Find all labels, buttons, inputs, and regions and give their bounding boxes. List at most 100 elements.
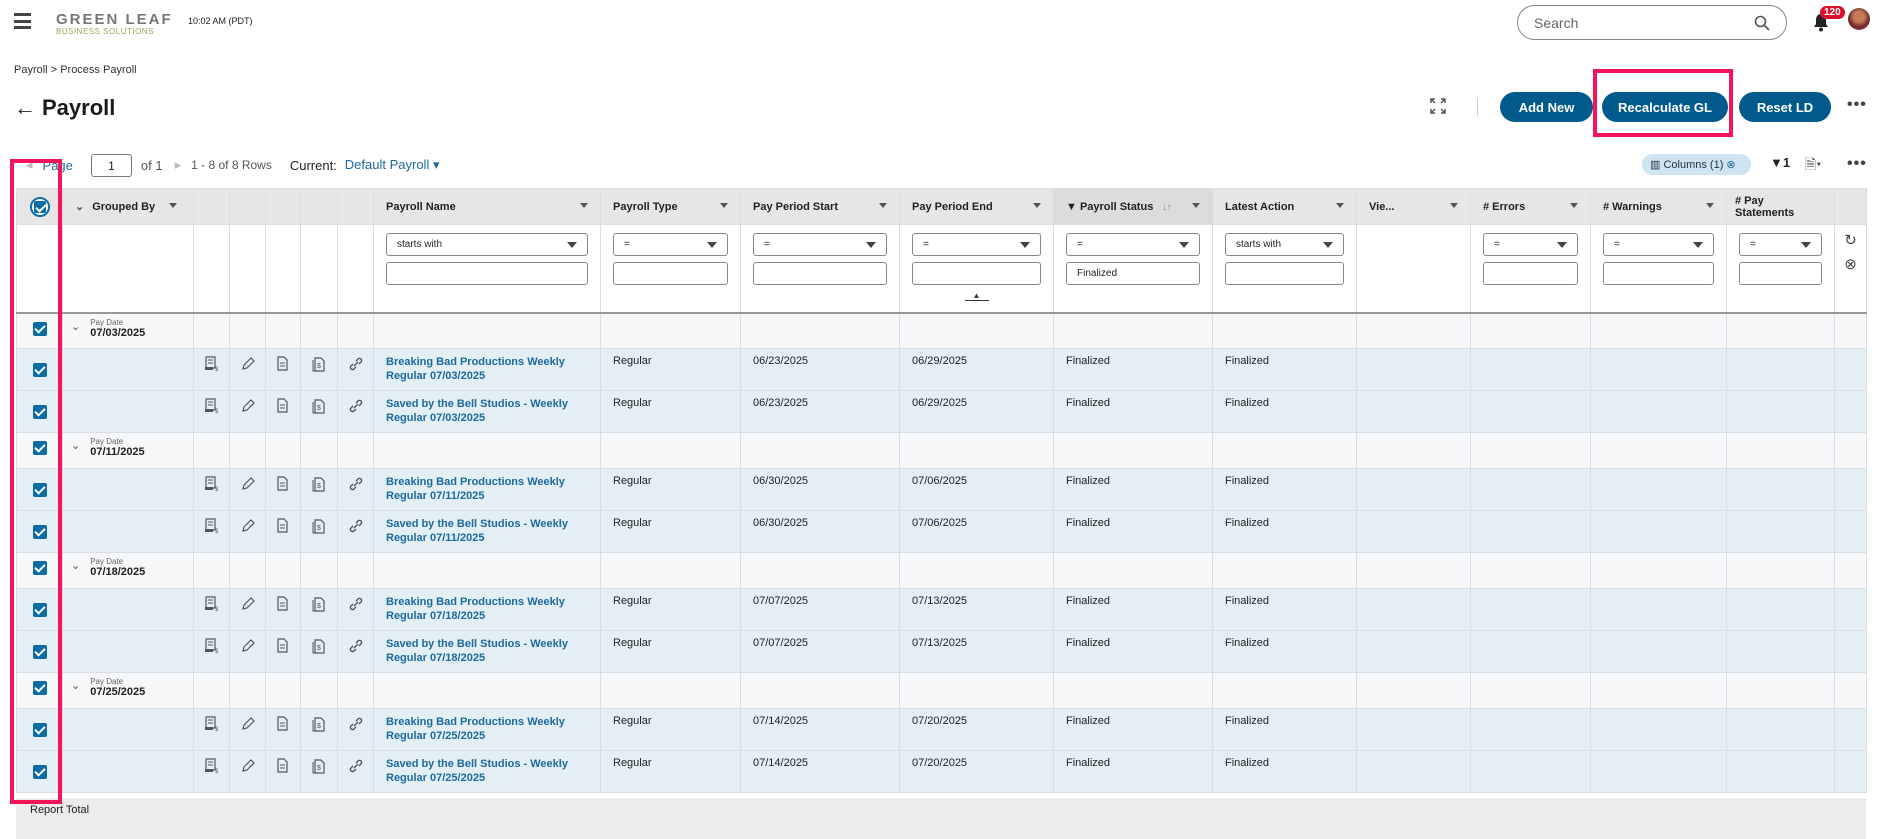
payroll-status-filter-input[interactable]: Finalized [1066,262,1200,285]
pay-period-start-filter-input[interactable] [753,262,887,285]
edit-pencil-icon[interactable] [240,356,256,372]
pay-statement-icon[interactable]: $ [311,356,327,372]
pay-statements-filter-input[interactable] [1739,262,1822,285]
edit-pencil-icon[interactable] [240,398,256,414]
payroll-name-link[interactable]: Breaking Bad Productions Weekly Regular … [386,356,565,382]
select-all-header[interactable] [16,188,63,225]
payroll-name-filter-input[interactable] [386,262,588,285]
row-checkbox[interactable] [32,321,47,336]
payroll-name-link[interactable]: Saved by the Bell Studios - Weekly Regul… [386,638,568,664]
link-icon[interactable] [348,476,364,492]
pay-statement-icon[interactable]: $ [311,716,327,732]
latest-action-operator[interactable]: starts with [1225,233,1344,256]
document-icon[interactable] [275,758,291,774]
prev-page-icon[interactable]: ◂ [26,157,33,173]
clear-filters-icon[interactable]: ⊗ [1835,255,1866,273]
chevron-down-icon[interactable] [1450,203,1458,208]
page-input[interactable]: 1 [90,153,132,177]
col-payroll-name[interactable]: Payroll Name [373,188,601,225]
chevron-down-icon[interactable] [1570,203,1578,208]
menu-icon[interactable] [14,13,31,29]
group-row[interactable]: ⌄ Pay Date 07/25/2025 [16,672,1867,709]
row-checkbox[interactable] [32,723,47,737]
errors-operator[interactable]: = [1483,233,1578,256]
col-view[interactable]: Vie... [1356,188,1471,225]
logo[interactable]: GREEN LEAF BUSINESS SOLUTIONS [56,12,186,40]
recalculate-gl-button[interactable]: Recalculate GL [1602,92,1728,122]
collapse-group-icon[interactable]: ⌄ [71,559,80,578]
edit-pencil-icon[interactable] [240,638,256,654]
row-checkbox[interactable] [32,765,47,779]
payroll-register-icon[interactable]: $ [204,518,220,534]
chevron-down-icon[interactable] [879,203,887,208]
col-errors[interactable]: # Errors [1470,188,1591,225]
chevron-down-icon[interactable] [1192,203,1200,208]
reset-ld-button[interactable]: Reset LD [1739,92,1831,122]
payroll-status-operator[interactable]: = [1066,233,1200,256]
row-checkbox[interactable] [32,405,47,419]
payroll-name-link[interactable]: Saved by the Bell Studios - Weekly Regul… [386,398,568,424]
clear-columns-icon[interactable]: ⊗ [1726,159,1735,171]
payroll-type-filter-input[interactable] [613,262,728,285]
chevron-down-icon[interactable] [720,203,728,208]
payroll-type-operator[interactable]: = [613,233,728,256]
columns-chip[interactable]: ▥ Columns (1) ⊗ [1642,154,1751,175]
collapse-group-icon[interactable]: ⌄ [71,679,80,698]
payroll-register-icon[interactable]: $ [204,398,220,414]
pay-period-end-operator[interactable]: = [912,233,1041,256]
latest-action-filter-input[interactable] [1225,262,1344,285]
payroll-name-link[interactable]: Breaking Bad Productions Weekly Regular … [386,476,565,502]
add-new-button[interactable]: Add New [1500,92,1593,122]
link-icon[interactable] [348,638,364,654]
pay-statement-icon[interactable]: $ [311,596,327,612]
col-pay-period-start[interactable]: Pay Period Start [740,188,900,225]
link-icon[interactable] [348,758,364,774]
current-view-dropdown[interactable]: Default Payroll ▾ [345,157,440,173]
breadcrumb-payroll[interactable]: Payroll [14,64,48,76]
collapse-group-icon[interactable]: ⌄ [71,320,80,339]
payroll-name-link[interactable]: Breaking Bad Productions Weekly Regular … [386,596,565,622]
row-checkbox[interactable] [32,561,47,575]
edit-pencil-icon[interactable] [240,758,256,774]
collapse-group-icon[interactable]: ⌄ [71,439,80,458]
document-icon[interactable] [275,716,291,732]
document-icon[interactable] [275,398,291,414]
sort-icon[interactable]: ↓↑ [1162,202,1171,212]
pay-statement-icon[interactable]: $ [311,758,327,774]
pay-statement-icon[interactable]: $ [311,638,327,654]
link-icon[interactable] [348,356,364,372]
row-checkbox[interactable] [32,441,47,455]
refresh-icon[interactable]: ↻ [1835,231,1866,249]
link-icon[interactable] [348,716,364,732]
export-button[interactable]: 🗎▾ [1805,154,1821,178]
row-checkbox[interactable] [32,603,47,617]
group-row[interactable]: ⌄ Pay Date 07/03/2025 [16,312,1867,349]
search-icon[interactable] [1754,15,1770,31]
col-payroll-status[interactable]: ▼ Payroll Status ↓↑ [1053,188,1213,225]
pay-period-start-operator[interactable]: = [753,233,887,256]
select-all-checkbox[interactable] [33,200,46,213]
row-checkbox[interactable] [32,645,47,659]
col-latest-action[interactable]: Latest Action [1212,188,1357,225]
group-row[interactable]: ⌄ Pay Date 07/11/2025 [16,432,1867,469]
document-icon[interactable] [275,596,291,612]
next-page-icon[interactable]: ▸ [175,157,182,173]
row-checkbox[interactable] [32,483,47,497]
group-row[interactable]: ⌄ Pay Date 07/18/2025 [16,552,1867,589]
payroll-name-link[interactable]: Saved by the Bell Studios - Weekly Regul… [386,518,568,544]
payroll-register-icon[interactable]: $ [204,758,220,774]
filter-button[interactable]: ▼1 [1770,155,1790,170]
payroll-register-icon[interactable]: $ [204,716,220,732]
pay-statement-icon[interactable]: $ [311,398,327,414]
payroll-register-icon[interactable]: $ [204,638,220,654]
col-payroll-type[interactable]: Payroll Type [600,188,741,225]
chevron-down-icon[interactable] [1033,203,1041,208]
col-warnings[interactable]: # Warnings [1590,188,1727,225]
table-more-button[interactable]: ••• [1847,155,1867,173]
pay-period-end-filter-input[interactable] [912,262,1041,285]
chevron-down-icon[interactable] [169,203,177,208]
search-input[interactable]: Search [1517,5,1787,40]
chevron-down-icon[interactable] [1336,203,1344,208]
pay-statement-icon[interactable]: $ [311,518,327,534]
payroll-name-operator[interactable]: starts with [386,233,588,256]
